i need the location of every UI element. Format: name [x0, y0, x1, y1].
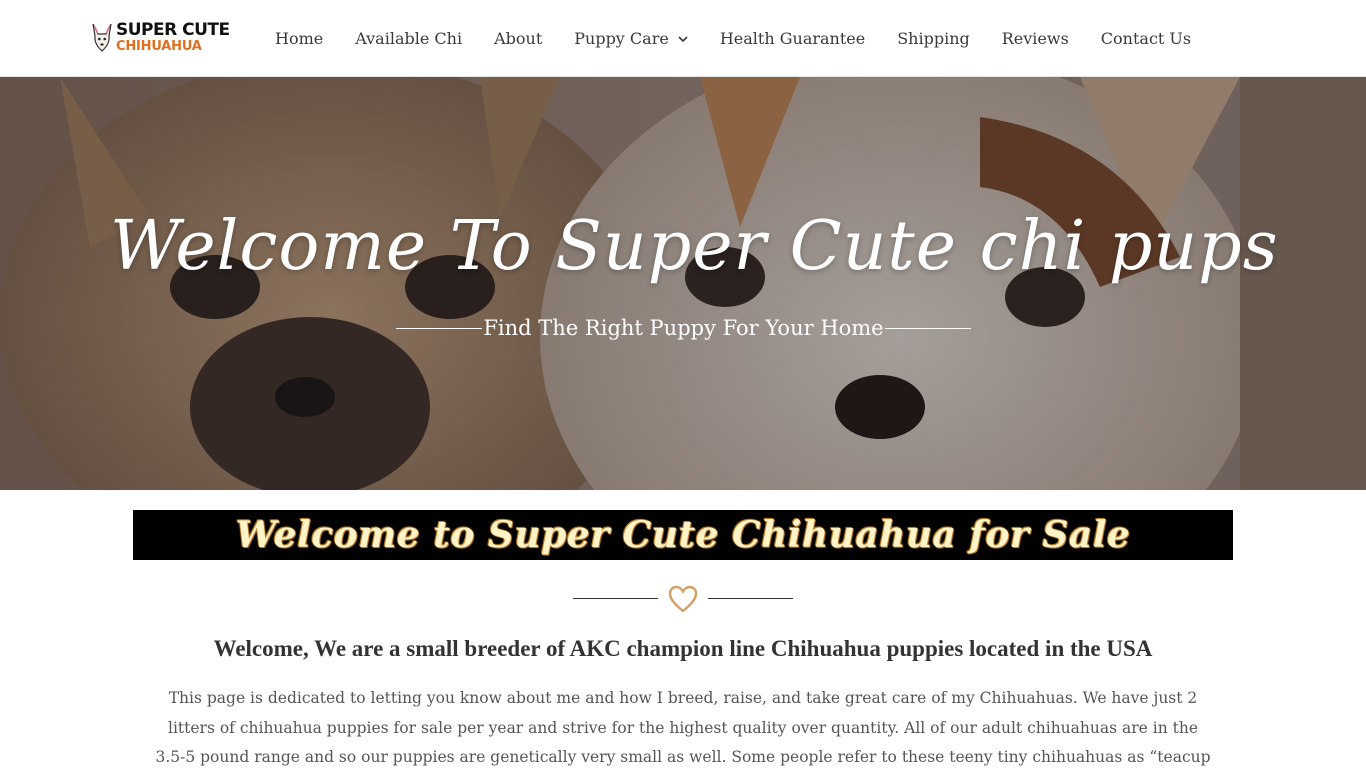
- nav-home[interactable]: Home: [259, 29, 339, 48]
- heart-divider: [573, 582, 793, 616]
- heart-icon: [668, 585, 698, 613]
- hero-title: Welcome To Super Cute chi pups: [110, 207, 1279, 286]
- divider-line-left: [573, 598, 658, 599]
- hero-subtitle-row: Find The Right Puppy For Your Home: [396, 313, 971, 343]
- nav-reviews-label: Reviews: [1001, 29, 1069, 48]
- site-header: SUPER CUTE CHIHUAHUA Home Available Chi …: [0, 0, 1366, 77]
- welcome-banner-text: Welcome to Super Cute Chihuahua for Sale: [235, 514, 1131, 556]
- intro-heading: Welcome, We are a small breeder of AKC c…: [213, 636, 1153, 661]
- chihuahua-logo-icon: [92, 23, 112, 52]
- nav-about[interactable]: About: [478, 29, 558, 48]
- nav-health-guarantee[interactable]: Health Guarantee: [704, 29, 881, 48]
- nav-contact-us[interactable]: Contact Us: [1085, 29, 1207, 48]
- nav-home-label: Home: [275, 29, 324, 48]
- nav-shipping[interactable]: Shipping: [881, 29, 986, 48]
- nav-about-label: About: [494, 29, 543, 48]
- divider-line-right: [708, 598, 793, 599]
- logo-text-line1: SUPER CUTE: [116, 20, 230, 40]
- welcome-banner: Welcome to Super Cute Chihuahua for Sale: [133, 510, 1233, 560]
- logo-text-line2: CHIHUAHUA: [116, 39, 202, 54]
- hero-subtitle-line-right: [884, 327, 971, 329]
- hero-subtitle-line-left: [396, 327, 482, 329]
- nav-puppy-care[interactable]: Puppy Care: [558, 29, 704, 48]
- main-nav: Home Available Chi About Puppy Care Heal…: [259, 0, 1207, 77]
- nav-shipping-label: Shipping: [897, 29, 970, 48]
- intro-paragraph: This page is dedicated to letting you kn…: [155, 689, 1211, 766]
- nav-puppy-care-label: Puppy Care: [574, 29, 669, 48]
- nav-health-guarantee-label: Health Guarantee: [719, 29, 866, 48]
- hero-section: Welcome To Super Cute chi pups Find The …: [0, 77, 1366, 490]
- nav-reviews[interactable]: Reviews: [986, 29, 1085, 48]
- chevron-down-icon[interactable]: [678, 34, 688, 44]
- hero-subtitle: Find The Right Puppy For Your Home: [483, 316, 884, 340]
- nav-available-chi-label: Available Chi: [355, 29, 463, 48]
- nav-available-chi[interactable]: Available Chi: [339, 29, 478, 48]
- site-logo[interactable]: SUPER CUTE CHIHUAHUA: [90, 20, 230, 56]
- nav-contact-us-label: Contact Us: [1100, 29, 1192, 48]
